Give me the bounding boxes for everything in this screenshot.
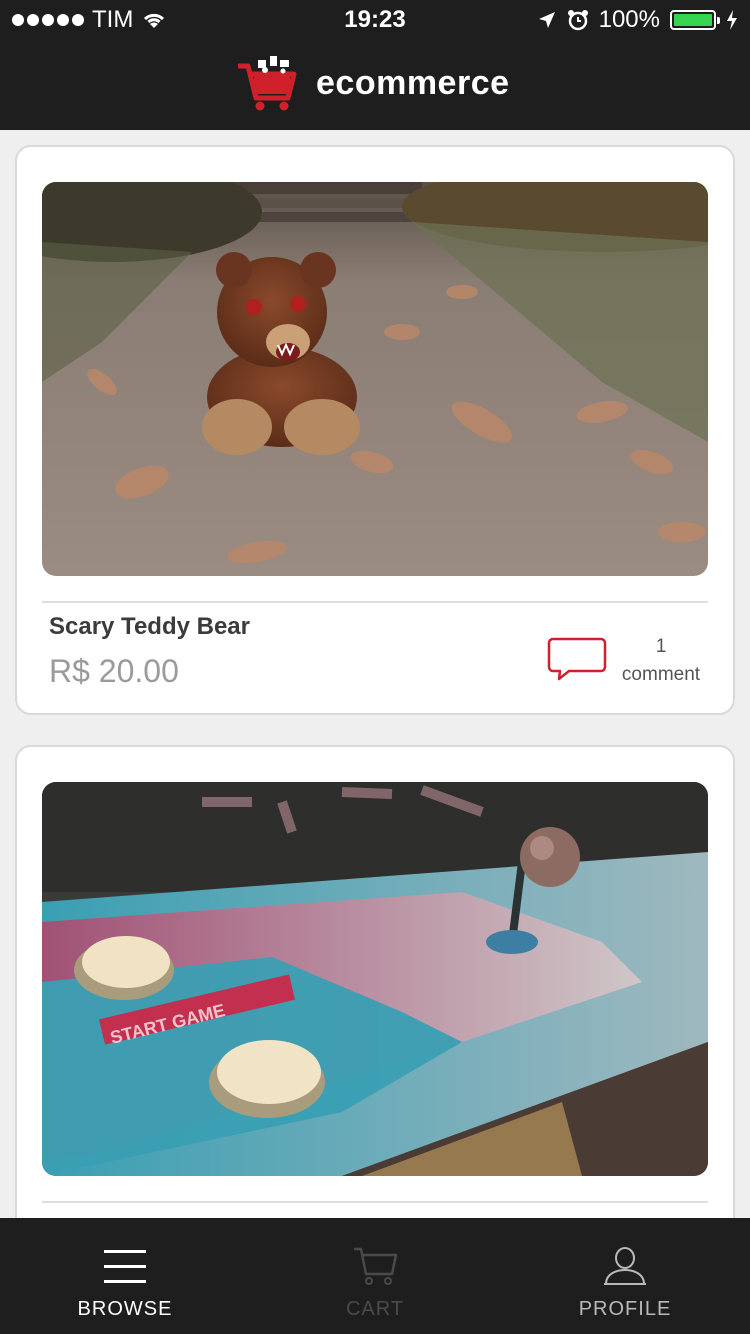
location-arrow-icon [538, 12, 555, 28]
product-price: R$ 20.00 [49, 653, 179, 689]
app-brand: ecommerce [236, 54, 510, 112]
comment-icon[interactable] [547, 637, 607, 681]
app-title: ecommerce [316, 63, 510, 102]
battery-percent: 100% [598, 6, 660, 33]
status-bar: TIM 19:23 100% [0, 0, 750, 40]
alarm-icon [567, 10, 588, 31]
tab-profile[interactable]: PROFILE [500, 1218, 750, 1334]
tab-browse[interactable]: BROWSE [0, 1218, 250, 1334]
top-bar: TIM 19:23 100% ecommerce [0, 0, 750, 130]
product-card[interactable]: Scary Teddy Bear R$ 20.00 1 comment [15, 145, 735, 715]
comment-count-number: 1 [655, 636, 667, 657]
product-title[interactable]: Scary Teddy Bear [49, 613, 250, 641]
comment-count-label: comment [621, 664, 701, 685]
cart-icon [354, 1247, 398, 1285]
tab-profile-label: PROFILE [578, 1298, 672, 1320]
product-card[interactable]: START GAME [15, 745, 735, 1218]
charging-icon [727, 10, 737, 30]
tab-cart[interactable]: CART [250, 1218, 500, 1334]
card-divider [42, 601, 708, 603]
teddy-bear-photo[interactable] [42, 182, 708, 576]
menu-icon [104, 1250, 146, 1283]
tab-browse-label: BROWSE [77, 1298, 173, 1320]
bottom-tab-bar: BROWSE CART PROFILE [0, 1218, 750, 1334]
tab-cart-label: CART [345, 1298, 405, 1320]
product-feed[interactable]: Scary Teddy Bear R$ 20.00 1 comment STAR… [0, 130, 750, 1218]
user-icon [604, 1247, 646, 1285]
card-divider [42, 1201, 708, 1203]
status-right: 100% [537, 6, 738, 34]
comment-count[interactable]: 1 comment [615, 633, 707, 689]
shopping-cart-logo-icon [238, 56, 297, 111]
arcade-cabinet-photo[interactable]: START GAME [42, 782, 708, 1176]
battery-icon [670, 10, 720, 30]
